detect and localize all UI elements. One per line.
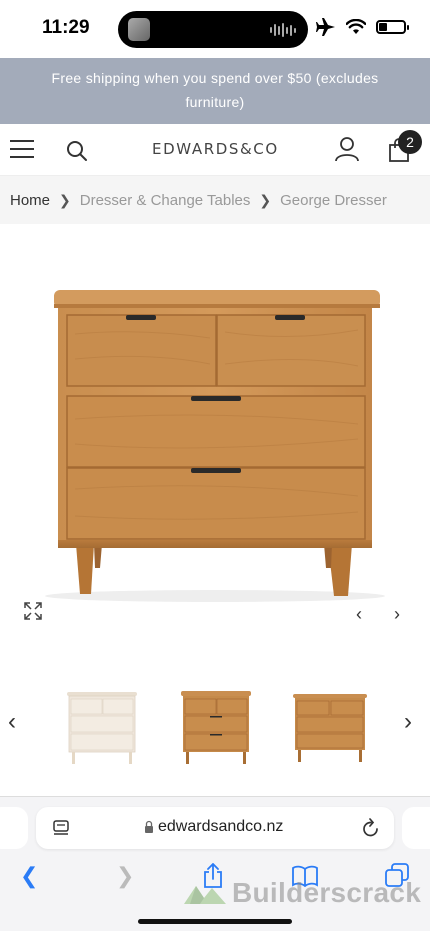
lock-icon: [145, 820, 153, 833]
reload-icon[interactable]: [362, 818, 380, 838]
product-image-gallery[interactable]: ‹ ›: [0, 224, 430, 644]
product-image[interactable]: [0, 224, 430, 624]
forward-icon[interactable]: ❯: [116, 863, 134, 889]
chevron-right-icon[interactable]: ›: [394, 604, 400, 625]
breadcrumb-category[interactable]: Dresser & Change Tables: [80, 192, 251, 209]
status-time: 11:29: [42, 17, 90, 38]
status-icons: [316, 18, 409, 36]
thumbnail-carousel: ‹ ›: [0, 676, 430, 772]
builderscrack-logo-icon: [184, 886, 226, 904]
page-menu-icon[interactable]: [52, 819, 70, 837]
browser-toolbar: edwardsandco.nz ❮ ❯ Builderscrack: [0, 796, 430, 931]
expand-icon[interactable]: [24, 602, 42, 620]
battery-icon: [376, 20, 409, 34]
battery-level: [379, 23, 387, 31]
watermark-text: Builderscrack: [232, 877, 422, 908]
breadcrumb-home[interactable]: Home: [10, 192, 50, 209]
audio-wave-icon: [270, 23, 296, 37]
previous-tab-preview[interactable]: [0, 807, 28, 849]
watermark: Builderscrack: [182, 877, 421, 909]
thumbnail-oak-side[interactable]: [290, 682, 370, 768]
next-tab-preview[interactable]: [402, 807, 430, 849]
cart-count-badge[interactable]: 2: [398, 130, 422, 154]
address-bar[interactable]: edwardsandco.nz: [36, 807, 394, 849]
wifi-icon: [346, 19, 366, 34]
dynamic-island: [118, 11, 308, 48]
search-icon[interactable]: [66, 140, 88, 162]
promo-banner[interactable]: Free shipping when you spend over $50 (e…: [0, 58, 430, 124]
status-bar: 11:29: [0, 0, 430, 58]
account-icon[interactable]: [334, 136, 360, 162]
promo-text: Free shipping when you spend over $50 (e…: [51, 70, 379, 110]
site-header: EDWARDS&CO 2: [0, 124, 430, 176]
breadcrumb-current: George Dresser: [280, 191, 387, 209]
url-text[interactable]: edwardsandco.nz: [158, 818, 283, 836]
airplane-icon: [316, 18, 335, 36]
breadcrumb: Home ❯ Dresser & Change Tables ❯ George …: [0, 176, 430, 224]
chevron-right-icon: ❯: [59, 191, 71, 208]
chevron-right-icon: ❯: [259, 191, 272, 208]
chevron-left-icon[interactable]: ‹: [356, 604, 362, 625]
thumbnail-white[interactable]: [62, 682, 142, 768]
back-icon[interactable]: ❮: [20, 863, 38, 889]
chevron-right-icon[interactable]: ›: [404, 708, 412, 736]
site-logo[interactable]: EDWARDS&CO: [152, 140, 279, 158]
chevron-left-icon[interactable]: ‹: [8, 708, 16, 736]
hamburger-menu-icon[interactable]: [10, 140, 34, 160]
home-indicator[interactable]: [138, 919, 292, 924]
now-playing-artwork: [128, 18, 150, 41]
thumbnail-oak-front[interactable]: [176, 682, 256, 768]
